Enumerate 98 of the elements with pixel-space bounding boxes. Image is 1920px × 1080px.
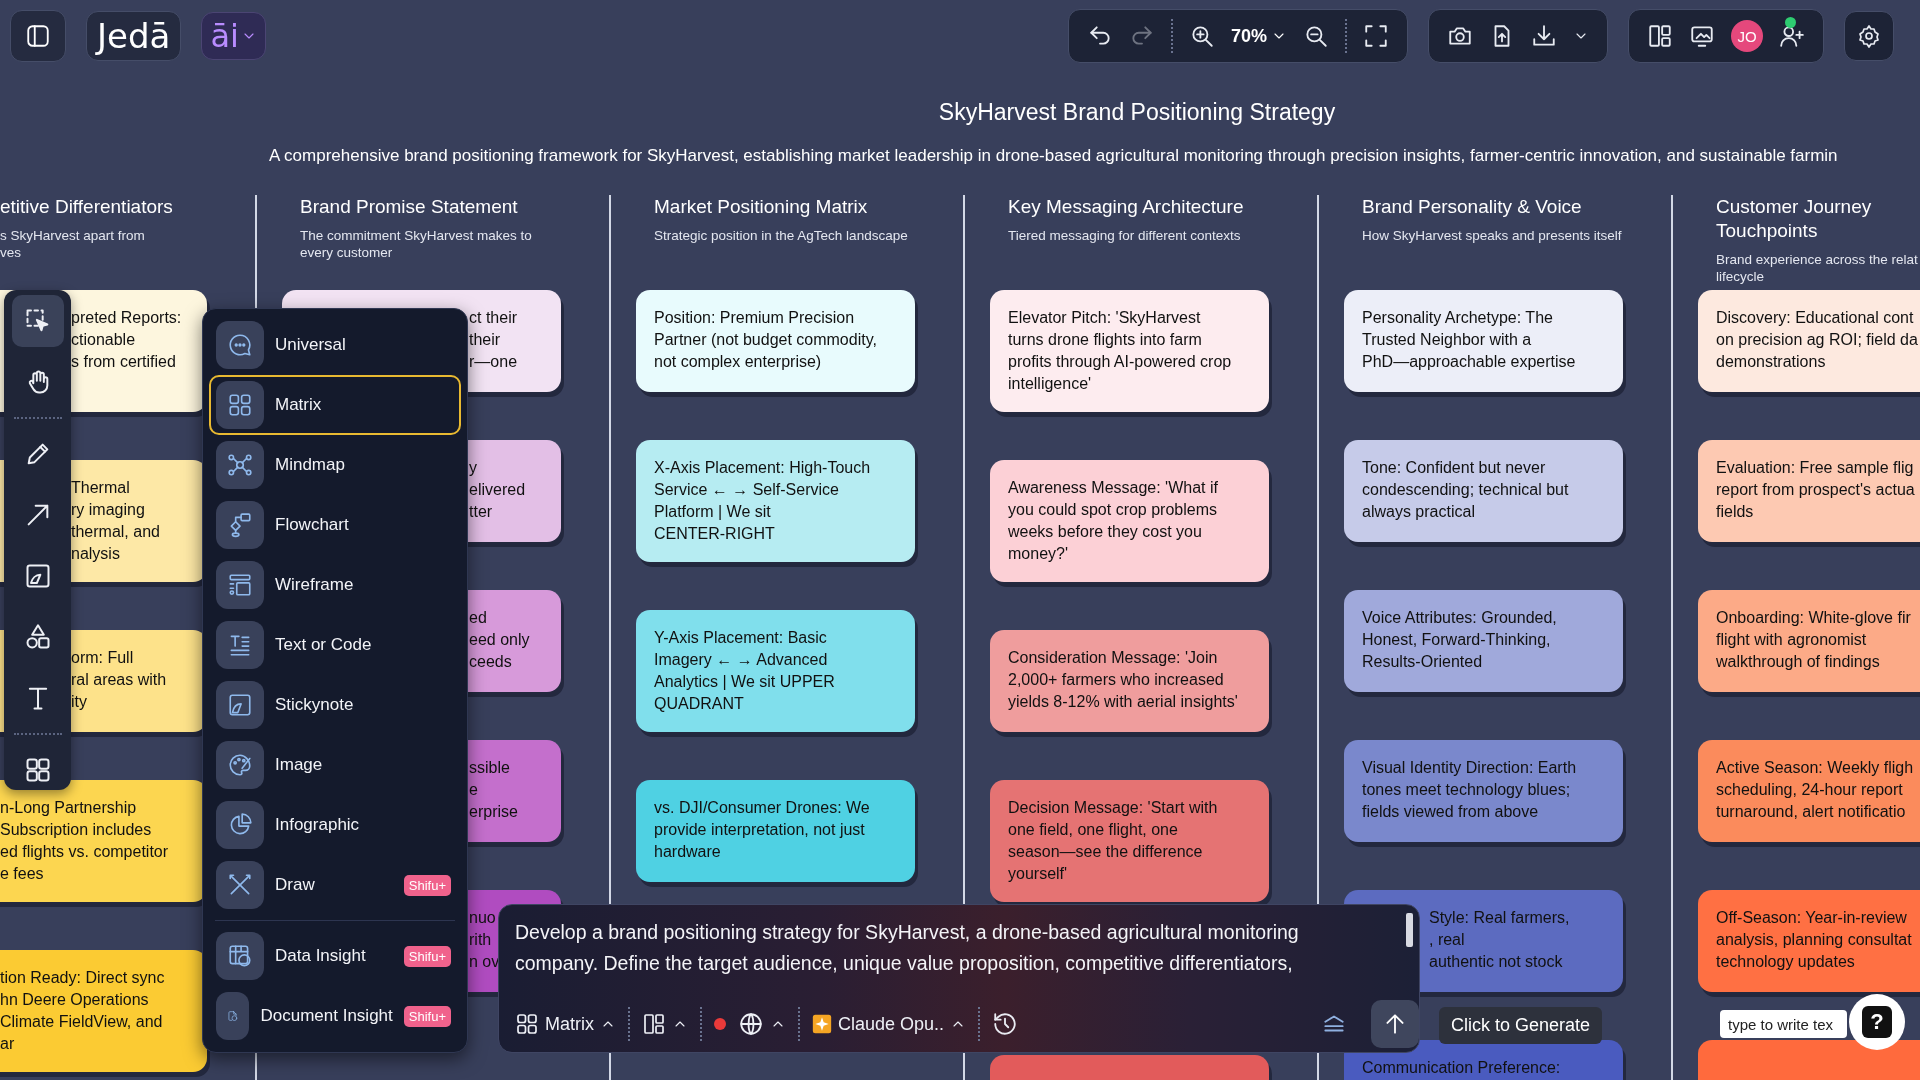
- card-text: preted Reports: ctionable s from certified: [71, 308, 182, 372]
- status-dot: [714, 1018, 726, 1030]
- card-text: ct their their r—one: [469, 308, 518, 372]
- menu-item[interactable]: Data Insight Shifu+: [209, 926, 461, 986]
- mode-dropdown[interactable]: Matrix: [515, 1012, 616, 1036]
- tooltip: Click to Generate: [1439, 1007, 1603, 1044]
- menu-item[interactable]: Flowchart: [209, 495, 461, 555]
- card-text: n-Long Partnership Subscription includes ed flights vs. competitor e fees: [0, 798, 169, 884]
- column-subtitle: s SkyHarvest apart from ves: [0, 227, 146, 261]
- chat-bubble-icon: [216, 321, 264, 369]
- model-dropdown[interactable]: Claude Opu..: [812, 1013, 967, 1035]
- logo: Jedā: [86, 11, 182, 61]
- card-text: Thermal ry imaging thermal, and nalysis: [71, 478, 160, 564]
- layout-icon: [642, 1012, 666, 1036]
- column-subtitle: Strategic position in the AgTech landscape: [654, 227, 909, 244]
- sticky-note-icon: [216, 681, 264, 729]
- column-title: Key Messaging Architecture: [1008, 195, 1245, 219]
- zoom-level-dropdown[interactable]: 70%: [1230, 25, 1287, 47]
- settings-button[interactable]: [1844, 11, 1894, 61]
- document-icon: [216, 992, 250, 1040]
- board-title: SkyHarvest Brand Positioning Strategy: [937, 98, 1337, 126]
- grid-icon: [216, 381, 264, 429]
- column-title: Market Positioning Matrix: [654, 195, 869, 219]
- sparkle-icon: [812, 1014, 832, 1034]
- column-subtitle: Tiered messaging for different contexts: [1008, 227, 1242, 244]
- flowchart-icon: [216, 501, 264, 549]
- card-text: Style: Real farmers, , real authentic not stock: [1429, 908, 1570, 972]
- card-text: ssible e erprise: [469, 758, 518, 822]
- card-text: Y-Axis Placement: Basic Imagery ← → Advanced Analytics | We sit UPPER QUADRANT: [654, 628, 835, 714]
- help-button[interactable]: ?: [1849, 994, 1905, 1050]
- user-avatar[interactable]: JO: [1731, 20, 1763, 52]
- column-title: etitive Differentiators: [0, 195, 174, 219]
- menu-item[interactable]: Document Insight Shifu+: [209, 986, 461, 1046]
- ai-menu-button[interactable]: āi: [201, 12, 266, 60]
- menu-item[interactable]: Infographic: [209, 795, 461, 855]
- menu-item[interactable]: Image: [209, 735, 461, 795]
- zoom-out-icon[interactable]: [1303, 23, 1329, 49]
- pie-chart-icon: [216, 801, 264, 849]
- column-subtitle: How SkyHarvest speaks and presents itself: [1362, 227, 1623, 244]
- palette-icon: [216, 741, 264, 789]
- card-text: Elevator Pitch: 'SkyHarvest turns drone flights into farm profits through AI-powered crop intelligence': [1008, 308, 1232, 394]
- menu-item[interactable]: Matrix: [209, 375, 461, 435]
- card-text: ed eed only ceeds: [469, 608, 530, 672]
- card-text: Decision Message: 'Start with one field, one flight, one season—see the difference yourself': [1008, 798, 1218, 884]
- card-text: Consideration Message: 'Join 2,000+ farmers who increased yields 8-12% with aerial insights': [1008, 648, 1238, 712]
- table-icon: [216, 932, 264, 980]
- card-text: Voice Attributes: Grounded, Honest, Forward-Thinking, Results-Oriented: [1362, 608, 1557, 672]
- sidebar-icon: [25, 23, 51, 49]
- card-text: Personality Archetype: The Trusted Neighbor with a PhD—approachable expertise: [1362, 308, 1576, 372]
- card-text: Visual Identity Direction: Earth tones meet technology blues; fields viewed from above: [1362, 758, 1577, 822]
- column-subtitle: The commitment SkyHarvest makes to every customer: [300, 227, 533, 261]
- crossed-pencils-icon: [216, 861, 264, 909]
- menu-item[interactable]: Draw Shifu+: [209, 855, 461, 915]
- pro-badge: Shifu+: [403, 945, 451, 967]
- column-subtitle: Brand experience across the relat lifecycle: [1716, 251, 1919, 285]
- card-text: Onboarding: White-glove fir flight with agronomist walkthrough of findings: [1716, 608, 1911, 672]
- pro-badge: Shifu+: [403, 874, 451, 896]
- column-title: Customer Journey Touchpoints: [1716, 195, 1873, 243]
- input-field[interactable]: type to write tex: [1720, 1010, 1847, 1038]
- menu-item[interactable]: Text or Code: [209, 615, 461, 675]
- select-icon[interactable]: [11, 295, 64, 347]
- column-title: Brand Personality & Voice: [1362, 195, 1583, 219]
- globe-icon: [738, 1011, 764, 1037]
- card-text: Tone: Confident but never condescending; technical but always practical: [1362, 458, 1569, 522]
- send-button[interactable]: [1371, 1000, 1419, 1048]
- card-text: Off-Season: Year-in-review analysis, planning consultat technology updates: [1716, 908, 1912, 972]
- menu-item[interactable]: Stickynote: [209, 675, 461, 735]
- fullscreen-icon[interactable]: [1363, 23, 1389, 49]
- card-text: Active Season: Weekly fligh scheduling, 24-hour report turnaround, alert notificatio: [1716, 758, 1914, 822]
- card-text: vs. DJI/Consumer Drones: We provide interpretation, not just hardware: [654, 798, 870, 862]
- text-lines-icon: [216, 621, 264, 669]
- layout-icon[interactable]: [1647, 23, 1673, 49]
- card-text: Position: Premium Precision Partner (not budget commodity, not complex enterprise): [654, 308, 877, 372]
- prompt-field[interactable]: Develop a brand positioning strategy for SkyHarvest, a drone-based agricultural monitoring company. Define the target audience, unique value proposition, competitive differentiators,: [515, 917, 1299, 979]
- card-text: Awareness Message: 'What if you could spot crop problems weeks before they cost you money?': [1008, 478, 1218, 564]
- card-text: tion Ready: Direct sync hn Deere Operations Climate FieldView, and ar: [0, 968, 165, 1054]
- card-text: y elivered tter: [469, 458, 526, 522]
- column-title: Brand Promise Statement: [300, 195, 519, 219]
- grid-icon: [515, 1012, 539, 1036]
- card-text: Evaluation: Free sample flig report from prospect's actua fields: [1716, 458, 1915, 522]
- settings-icon: [1857, 24, 1881, 48]
- card-text: Discovery: Educational cont on precision ag ROI; field da demonstrations: [1716, 308, 1918, 372]
- menu-item[interactable]: Mindmap: [209, 435, 461, 495]
- menu-item[interactable]: Universal: [209, 315, 461, 375]
- menu-item[interactable]: Wireframe: [209, 555, 461, 615]
- scrollbar[interactable]: [1406, 913, 1413, 947]
- download-icon[interactable]: [1531, 23, 1557, 49]
- pro-badge: Shifu+: [403, 1005, 451, 1027]
- board-subtitle: A comprehensive brand positioning framework for SkyHarvest, establishing market leadership in drone-based agricultural monitoring through precision insights, farmer-centric innovation, and sustainable farmin: [268, 146, 1839, 166]
- card-text: nuo rith n ov: [469, 908, 500, 972]
- mindmap-icon: [216, 441, 264, 489]
- screen-image-icon[interactable]: [1689, 23, 1715, 49]
- history-icon[interactable]: [992, 1011, 1019, 1037]
- card-text: X-Axis Placement: High-Touch Service ← → Self-Service Platform | We sit CENTER-RIGHT: [654, 458, 871, 544]
- card-text: orm: Full ral areas with ity: [71, 648, 167, 712]
- sidebar-toggle-button[interactable]: [10, 10, 66, 62]
- card-text: Communication Preference:: [1362, 1058, 1561, 1078]
- wireframe-icon: [216, 561, 264, 609]
